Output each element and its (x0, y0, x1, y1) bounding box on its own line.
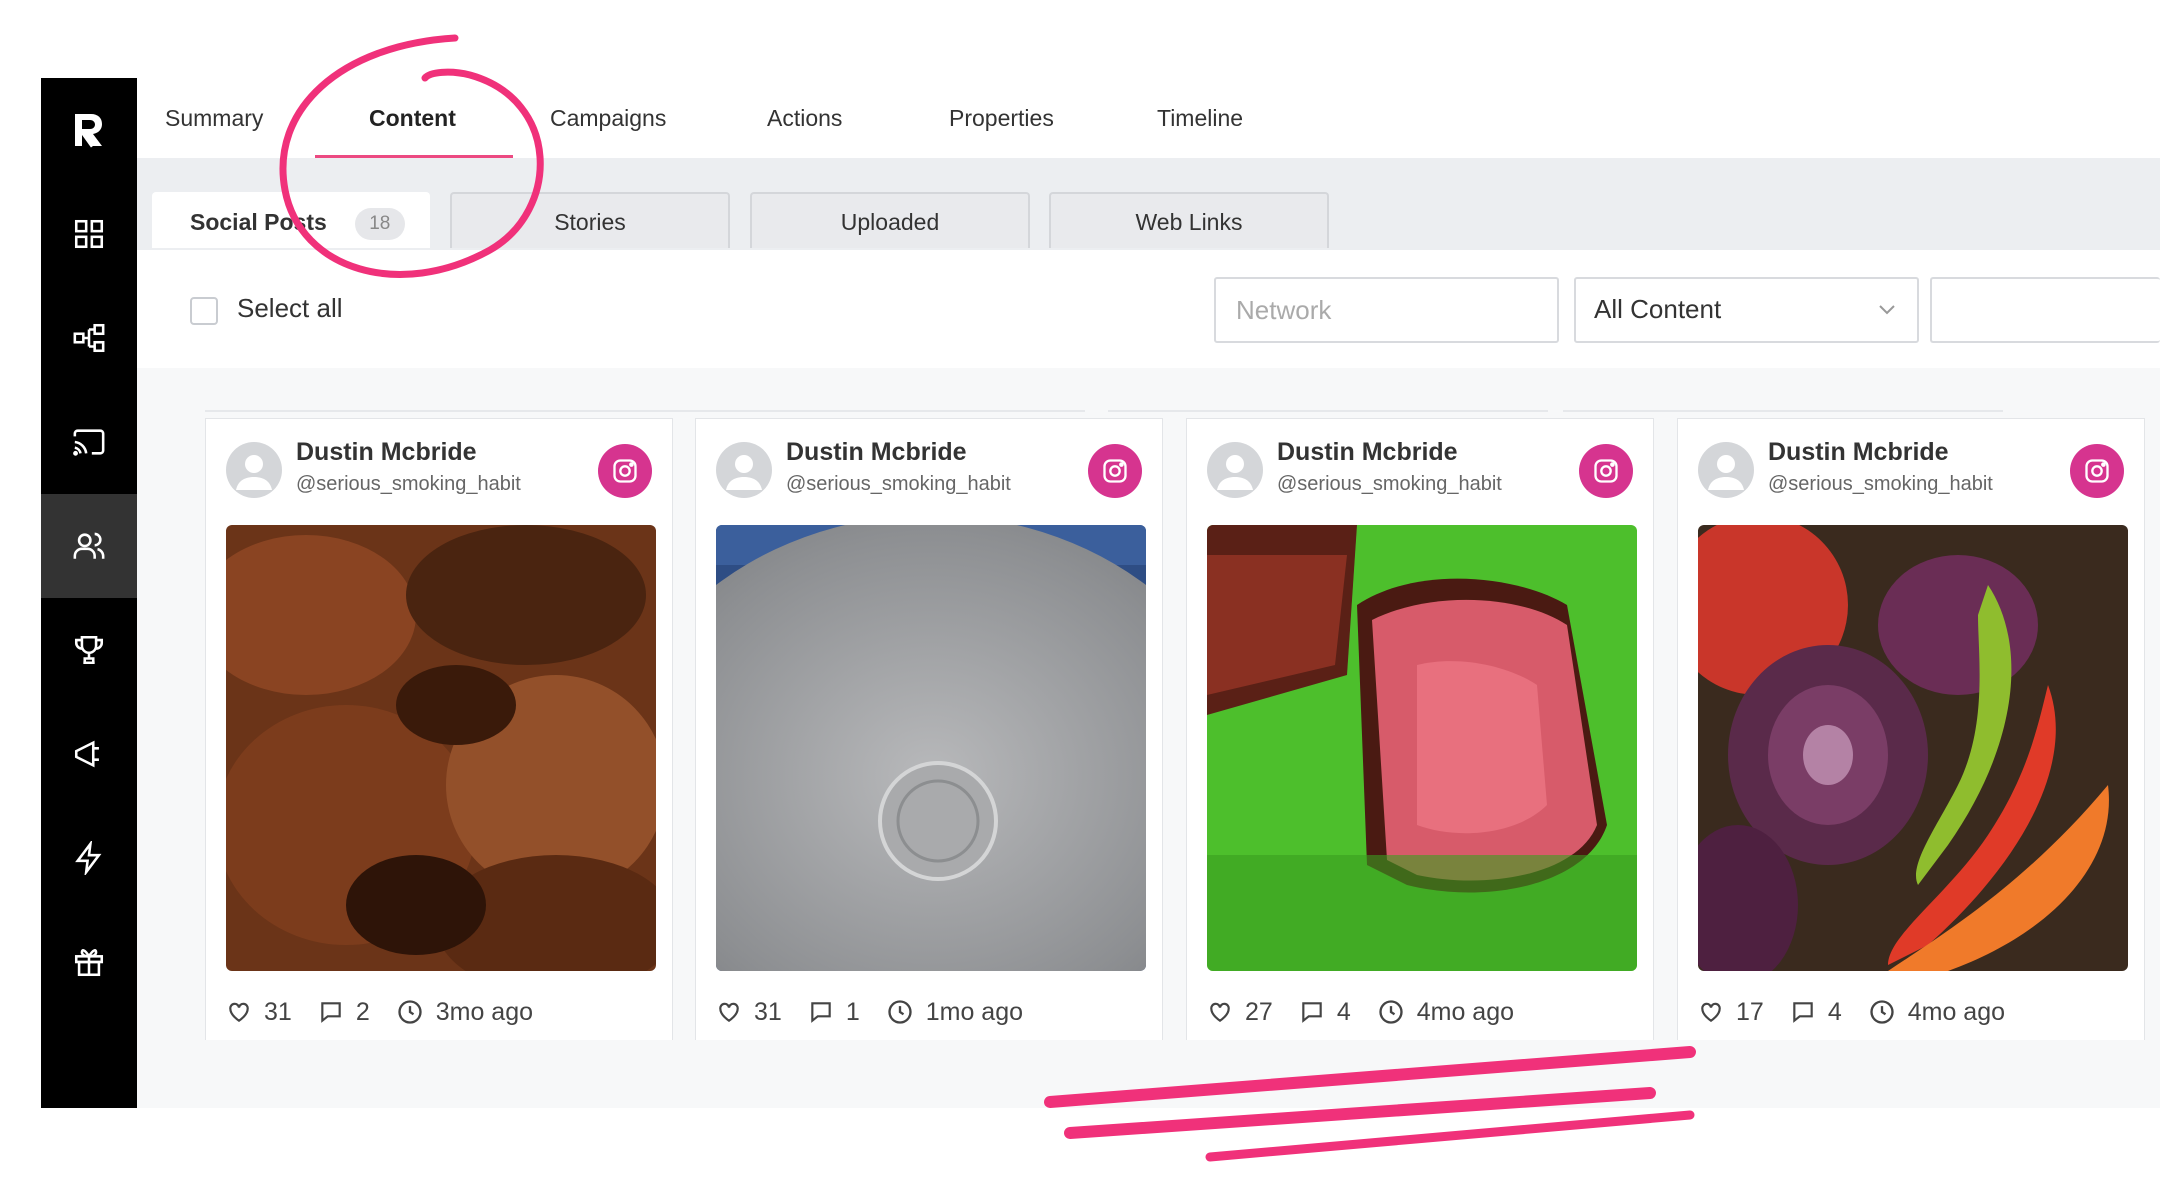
gift-icon[interactable] (41, 910, 137, 1014)
clock-icon (398, 1000, 422, 1024)
age-stat: 3mo ago (396, 998, 533, 1027)
tab-content[interactable]: Content (369, 78, 456, 158)
cast-icon[interactable] (41, 390, 137, 494)
tab-properties[interactable]: Properties (949, 78, 1054, 158)
instagram-icon (1088, 444, 1142, 498)
comments-count: 4 (1827, 997, 1842, 1026)
comment-icon (1793, 1002, 1813, 1023)
post-author[interactable]: Dustin Mcbride (1768, 438, 1949, 467)
comments-count: 2 (355, 997, 370, 1026)
subtab-uploaded[interactable]: Uploaded (750, 192, 1030, 248)
select-all-checkbox[interactable] (190, 297, 218, 325)
post-stats: 17 4 4mo ago (1698, 994, 2031, 1030)
heart-icon (1701, 1002, 1721, 1022)
sidebar (41, 78, 137, 1108)
subtab-web-links[interactable]: Web Links (1049, 192, 1329, 248)
post-image-pan-lid[interactable] (716, 525, 1146, 971)
post-age: 4mo ago (1907, 997, 2006, 1026)
tab-summary[interactable]: Summary (165, 78, 263, 158)
comment-icon (811, 1002, 831, 1023)
post-handle: @serious_smoking_habit (786, 473, 1011, 495)
content-filter-value: All Content (1594, 294, 1722, 324)
likes-stat[interactable]: 17 (1698, 998, 1764, 1027)
comments-stat[interactable]: 4 (1299, 998, 1351, 1027)
likes-count: 17 (1736, 997, 1764, 1026)
comments-stat[interactable]: 4 (1790, 998, 1842, 1027)
age-stat: 4mo ago (1868, 998, 2005, 1027)
likes-count: 31 (264, 997, 292, 1026)
post-image-steak[interactable] (1207, 525, 1637, 971)
divider (1108, 410, 1548, 412)
post-author[interactable]: Dustin Mcbride (1277, 438, 1458, 467)
instagram-icon (598, 444, 652, 498)
avatar (226, 442, 282, 498)
likes-count: 27 (1245, 997, 1273, 1026)
instagram-icon (1579, 444, 1633, 498)
post-author[interactable]: Dustin Mcbride (296, 438, 477, 467)
post-age: 3mo ago (435, 997, 534, 1026)
page-bottom (0, 1108, 2160, 1200)
heart-icon (719, 1002, 739, 1022)
users-icon[interactable] (41, 494, 137, 598)
subtab-stories[interactable]: Stories (450, 192, 730, 248)
network-input[interactable] (1234, 279, 1529, 341)
post-stats: 31 1 1mo ago (716, 994, 1049, 1030)
clock-icon (1379, 1000, 1403, 1024)
comment-icon (1302, 1002, 1322, 1023)
count-badge: 18 (354, 207, 405, 240)
network-filter[interactable] (1214, 277, 1559, 343)
content-filter-select[interactable]: All Content (1574, 277, 1919, 343)
tab-timeline[interactable]: Timeline (1157, 78, 1243, 158)
clock-icon (888, 1000, 912, 1024)
subtab-social-posts-label: Social Posts (190, 209, 327, 235)
post-age: 4mo ago (1416, 997, 1515, 1026)
divider (205, 410, 1085, 412)
post-card[interactable]: Dustin Mcbride @serious_smoking_habit 27… (1186, 418, 1654, 1040)
comments-count: 4 (1336, 997, 1351, 1026)
post-handle: @serious_smoking_habit (1277, 473, 1502, 495)
subtab-social-posts[interactable]: Social Posts 18 (152, 192, 430, 248)
likes-stat[interactable]: 27 (1207, 998, 1273, 1027)
post-stats: 31 2 3mo ago (226, 994, 559, 1030)
extra-filter[interactable] (1930, 277, 2160, 343)
post-image-chicken[interactable] (226, 525, 656, 971)
heart-icon (229, 1002, 249, 1022)
likes-count: 31 (754, 997, 782, 1026)
avatar (716, 442, 772, 498)
post-handle: @serious_smoking_habit (296, 473, 521, 495)
avatar (1698, 442, 1754, 498)
instagram-icon (2070, 444, 2124, 498)
age-stat: 4mo ago (1377, 998, 1514, 1027)
comments-count: 1 (845, 997, 860, 1026)
comments-stat[interactable]: 1 (808, 998, 860, 1027)
chevron-down-icon (1879, 305, 1895, 315)
post-image-vegetables[interactable] (1698, 525, 2128, 971)
divider (1563, 410, 2003, 412)
likes-stat[interactable]: 31 (226, 998, 292, 1027)
post-handle: @serious_smoking_habit (1768, 473, 1993, 495)
comments-stat[interactable]: 2 (318, 998, 370, 1027)
post-age: 1mo ago (925, 997, 1024, 1026)
post-stats: 27 4 4mo ago (1207, 994, 1540, 1030)
select-all-label: Select all (237, 293, 343, 323)
brand-logo[interactable] (41, 78, 137, 182)
tab-campaigns[interactable]: Campaigns (550, 78, 666, 158)
megaphone-icon[interactable] (41, 702, 137, 806)
comment-icon (321, 1002, 341, 1023)
post-card[interactable]: Dustin Mcbride @serious_smoking_habit 31… (695, 418, 1163, 1040)
age-stat: 1mo ago (886, 998, 1023, 1027)
trophy-icon[interactable] (41, 598, 137, 702)
workflow-icon[interactable] (41, 286, 137, 390)
dashboard-icon[interactable] (41, 182, 137, 286)
avatar (1207, 442, 1263, 498)
post-author[interactable]: Dustin Mcbride (786, 438, 967, 467)
heart-icon (1210, 1002, 1230, 1022)
tab-actions[interactable]: Actions (767, 78, 842, 158)
lightning-icon[interactable] (41, 806, 137, 910)
post-card[interactable]: Dustin Mcbride @serious_smoking_habit 31… (205, 418, 673, 1040)
likes-stat[interactable]: 31 (716, 998, 782, 1027)
post-card[interactable]: Dustin Mcbride @serious_smoking_habit 17… (1677, 418, 2145, 1040)
clock-icon (1870, 1000, 1894, 1024)
